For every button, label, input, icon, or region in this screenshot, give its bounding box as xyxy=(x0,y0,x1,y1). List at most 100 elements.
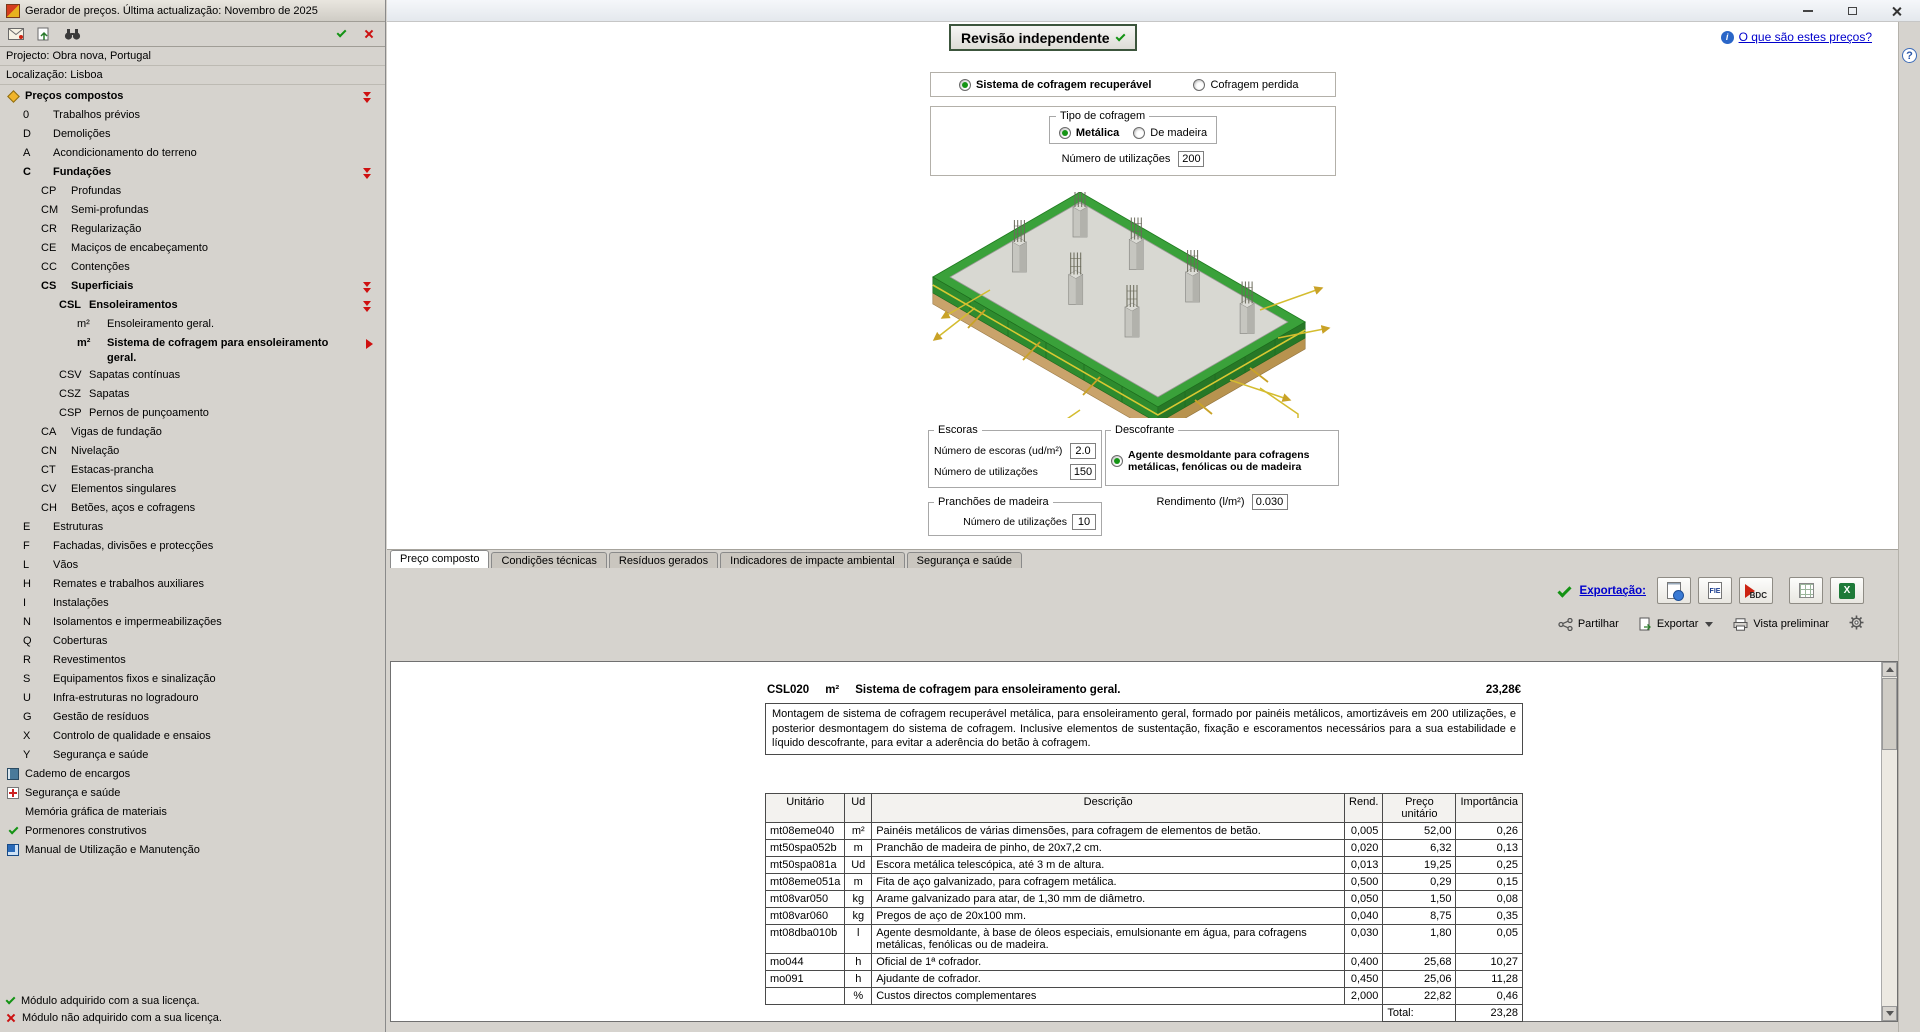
radio-de-madeira[interactable]: De madeira xyxy=(1133,126,1207,139)
tree-item-label: Equipamentos fixos e sinalização xyxy=(53,673,216,685)
item-price: 23,28€ xyxy=(1485,684,1521,696)
export-excel-button[interactable] xyxy=(1830,577,1864,604)
tree-item[interactable]: G Gestão de resíduos xyxy=(0,708,385,727)
exportacao-link[interactable]: Exportação: xyxy=(1580,585,1646,597)
escoras-utilizacoes-input[interactable] xyxy=(1070,464,1096,480)
exportar-button[interactable]: Exportar xyxy=(1639,617,1714,631)
tree-item-code: A xyxy=(23,147,31,159)
help-question-icon[interactable] xyxy=(1902,48,1917,63)
scroll-up-button[interactable] xyxy=(1882,662,1897,677)
tree-item[interactable]: A Acondicionamento do terreno xyxy=(0,144,385,163)
tree-item[interactable]: CT Estacas-prancha xyxy=(0,461,385,480)
tree-item[interactable]: Preços compostos xyxy=(0,87,385,106)
tree-item[interactable]: CM Semi-profundas xyxy=(0,201,385,220)
binoculars-search-icon[interactable] xyxy=(63,26,81,42)
document-content: CSL020 m² Sistema de cofragem para ensol… xyxy=(764,684,1523,1022)
cost-table-row: mt50spa052b m Pranchão de madeira de pinho… xyxy=(764,838,1523,857)
tree-item[interactable]: Q Coberturas xyxy=(0,632,385,651)
radio-metalica[interactable]: Metálica xyxy=(1058,126,1119,139)
tree-item[interactable]: I Instalações xyxy=(0,594,385,613)
accept-check-icon[interactable] xyxy=(332,26,350,42)
tipo-cofragem-fieldset: Tipo de cofragem Metálica De madeira xyxy=(1049,110,1217,144)
export-page-icon[interactable] xyxy=(35,26,53,42)
cross-icon xyxy=(6,1013,16,1023)
tree-item[interactable]: m² Ensoleiramento geral. xyxy=(0,315,385,334)
cancel-cross-icon[interactable] xyxy=(360,26,378,42)
tree-item-code: CS xyxy=(41,280,57,292)
revision-check-icon xyxy=(1115,31,1126,41)
export-bdc-button[interactable]: BDC xyxy=(1739,577,1773,604)
memoria-icon xyxy=(5,805,21,819)
radio-cofragem-perdida[interactable]: Cofragem perdida xyxy=(1193,78,1299,91)
rendimento-input[interactable] xyxy=(1251,494,1288,510)
tree-item[interactable]: Cademo de encargos xyxy=(0,765,385,784)
tree-item[interactable]: H Remates e trabalhos auxiliares xyxy=(0,575,385,594)
export-fie-button[interactable] xyxy=(1698,577,1732,604)
tree-item[interactable]: CA Vigas de fundação xyxy=(0,423,385,442)
prices-info-link[interactable]: O que são estes preços? xyxy=(1720,30,1872,44)
minimize-button[interactable] xyxy=(1786,0,1830,22)
tree-item[interactable]: CSP Pernos de punçoamento xyxy=(0,404,385,423)
scrollbar-thumb[interactable] xyxy=(1882,678,1897,750)
tree-item[interactable]: N Isolamentos e impermeabilizações xyxy=(0,613,385,632)
tree-item[interactable]: Y Segurança e saúde xyxy=(0,746,385,765)
mail-icon[interactable] xyxy=(7,26,25,42)
tab-seguranca-saude[interactable]: Segurança e saúde xyxy=(906,552,1023,568)
tree-item[interactable]: Manual de Utilização e Manutenção xyxy=(0,841,385,860)
expanded-marker-icon xyxy=(363,165,371,179)
tree-item[interactable]: E Estruturas xyxy=(0,518,385,537)
tree-item[interactable]: CSV Sapatas contínuas xyxy=(0,366,385,385)
tree-item[interactable]: CC Contenções xyxy=(0,258,385,277)
num-escoras-input[interactable] xyxy=(1070,443,1096,459)
tab-indicadores-impacte[interactable]: Indicadores de impacte ambiental xyxy=(720,552,905,568)
tree-item[interactable]: CH Betões, aços e cofragens xyxy=(0,499,385,518)
export-row-2: Partilhar Exportar Vista preliminar xyxy=(1558,615,1864,633)
tree-item[interactable]: L Vãos xyxy=(0,556,385,575)
tree-item[interactable]: CP Profundas xyxy=(0,182,385,201)
tree-item[interactable]: U Infra-estruturas no logradouro xyxy=(0,689,385,708)
tree-item[interactable]: S Equipamentos fixos e sinalização xyxy=(0,670,385,689)
export-xls-button[interactable] xyxy=(1789,577,1823,604)
num-utilizacoes-input[interactable] xyxy=(1178,151,1205,167)
tree-item[interactable]: m² Sistema de cofragem para ensoleirament… xyxy=(0,334,385,366)
close-button[interactable] xyxy=(1874,0,1918,22)
vista-preliminar-button[interactable]: Vista preliminar xyxy=(1733,617,1829,631)
tab-preco-composto[interactable]: Preço composto xyxy=(390,550,490,568)
tree-item-label: Instalações xyxy=(53,597,109,609)
arrow-up-icon xyxy=(1885,667,1894,672)
tree-item[interactable]: CR Regularização xyxy=(0,220,385,239)
radio-selected-icon[interactable] xyxy=(1111,454,1123,467)
tab-residuos-gerados[interactable]: Resíduos gerados xyxy=(608,552,719,568)
fie-export-icon xyxy=(1708,582,1722,599)
tree-item[interactable]: CE Maciços de encabeçamento xyxy=(0,239,385,258)
settings-gear-button[interactable] xyxy=(1849,615,1864,633)
document-scrollbar[interactable] xyxy=(1881,662,1897,1021)
tree-item[interactable]: CV Elementos singulares xyxy=(0,480,385,499)
tree-item-label: Sistema de cofragem para ensoleiramento … xyxy=(107,337,329,364)
tree-item[interactable]: CSZ Sapatas xyxy=(0,385,385,404)
pranchoes-utilizacoes-input[interactable] xyxy=(1072,513,1096,530)
tree-item[interactable]: R Revestimentos xyxy=(0,651,385,670)
tree-item[interactable]: Memória gráfica de materiais xyxy=(0,803,385,822)
tree-item[interactable]: CN Nivelação xyxy=(0,442,385,461)
tree-item[interactable]: CS Superficiais xyxy=(0,277,385,296)
tree-item-code: CSP xyxy=(59,407,82,419)
tree-item[interactable]: D Demolições xyxy=(0,125,385,144)
tree-item[interactable]: Segurança e saúde xyxy=(0,784,385,803)
radio-sistema-recuperavel[interactable]: Sistema de cofragem recuperável xyxy=(959,78,1151,91)
scroll-down-button[interactable] xyxy=(1882,1006,1897,1021)
tree-item[interactable]: X Controlo de qualidade e ensaios xyxy=(0,727,385,746)
cost-table-row: mt08var060 kg Pregos de aço de 20x100 mm. 0… xyxy=(764,906,1523,925)
maximize-button[interactable] xyxy=(1830,0,1874,22)
partilhar-button[interactable]: Partilhar xyxy=(1558,617,1619,631)
tree-item[interactable]: 0 Trabalhos prévios xyxy=(0,106,385,125)
left-panel: Gerador de preços. Última actualização: … xyxy=(0,0,386,1032)
item-title: Sistema de cofragem para ensoleiramento … xyxy=(855,684,1121,696)
tree-item[interactable]: Pormenores construtivos xyxy=(0,822,385,841)
tab-condicoes-tecnicas[interactable]: Condições técnicas xyxy=(491,552,607,568)
export-html-button[interactable] xyxy=(1657,577,1691,604)
tree-item[interactable]: CSL Ensoleiramentos xyxy=(0,296,385,315)
tree-item[interactable]: F Fachadas, divisões e protecções xyxy=(0,537,385,556)
tree-item-label: Demolições xyxy=(53,128,111,140)
tree-item[interactable]: C Fundações xyxy=(0,163,385,182)
